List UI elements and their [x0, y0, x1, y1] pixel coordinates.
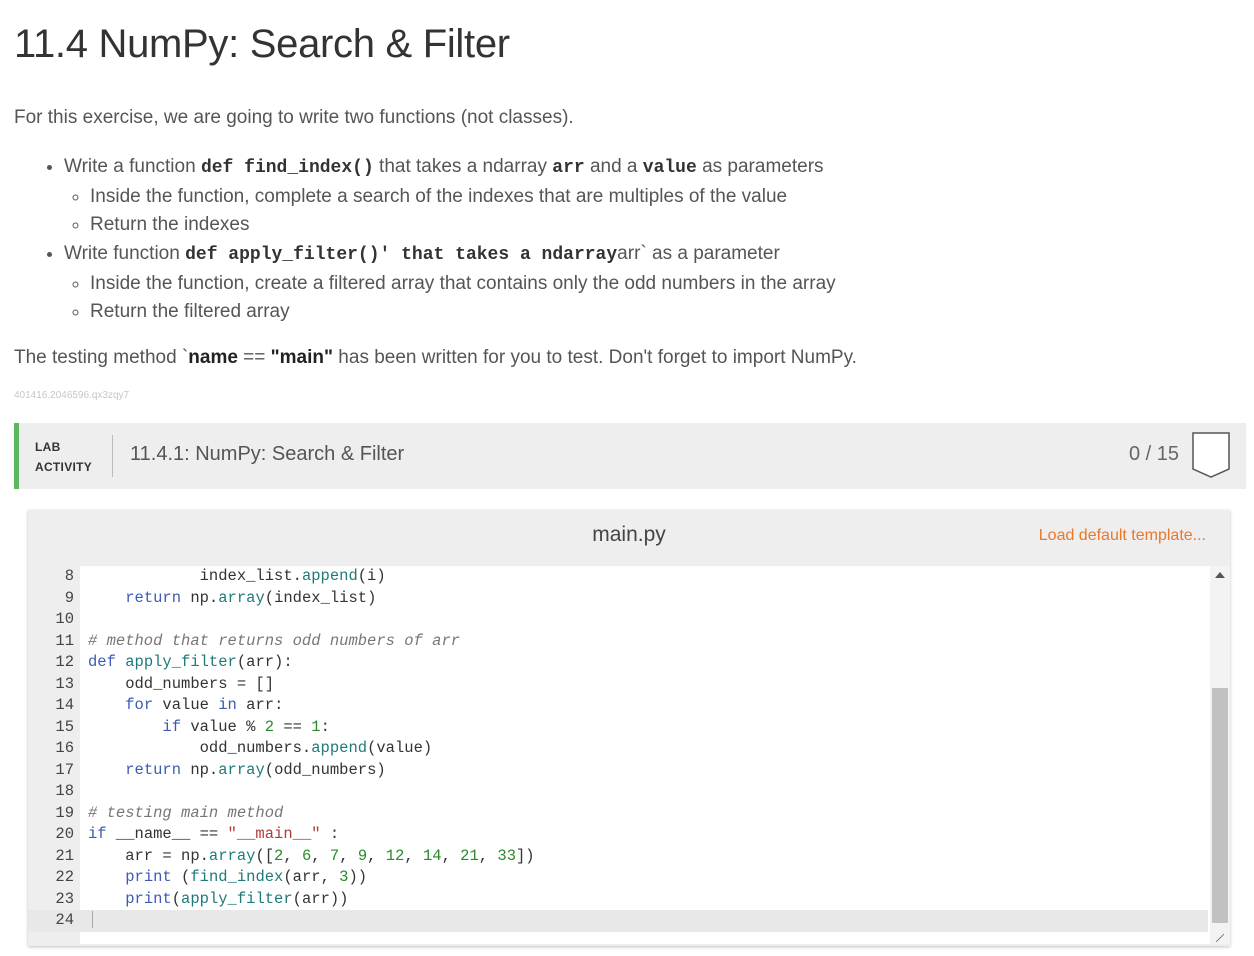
code-line[interactable]: 8 index_list.append(i) — [28, 566, 1208, 588]
sub-instructions-list: Inside the function, create a filtered a… — [64, 270, 836, 326]
code-line[interactable]: 15 if value % 2 == 1: — [28, 717, 1208, 739]
instruction-text: and a — [584, 156, 643, 177]
code-text[interactable]: return np.array(odd_numbers) — [88, 761, 385, 779]
line-number: 19 — [55, 803, 74, 822]
code-line[interactable]: 14 for value in arr: — [28, 695, 1208, 717]
line-number: 17 — [55, 760, 74, 779]
line-number: 21 — [55, 846, 74, 865]
code-text[interactable]: arr = np.array([2, 6, 7, 9, 12, 14, 21, … — [88, 847, 534, 865]
lab-divider — [112, 435, 113, 477]
code-editor[interactable]: 8 index_list.append(i) 9 return np.array(… — [28, 566, 1230, 944]
line-number: 22 — [55, 868, 74, 886]
instruction-item: Write function def apply_filter()' that … — [64, 239, 836, 326]
reference-id: 401416.2046596.qx3zqy7 — [14, 390, 130, 401]
instruction-text: Write a function — [64, 156, 201, 177]
code-text[interactable]: return np.array(index_list) — [88, 589, 376, 607]
sub-instruction-item: Return the filtered array — [90, 298, 836, 326]
code-text[interactable]: for value in arr: — [88, 696, 283, 714]
completion-shield-icon — [1192, 432, 1230, 478]
code-editor-panel: main.py Load default template... 8 index… — [28, 510, 1230, 946]
instruction-text: arr` as a parameter — [617, 243, 780, 264]
scrollbar-thumb[interactable] — [1212, 688, 1228, 923]
text-cursor — [92, 911, 93, 929]
code-text[interactable]: def apply_filter(arr): — [88, 653, 293, 671]
code-text[interactable]: if value % 2 == 1: — [88, 718, 329, 736]
line-number: 23 — [55, 889, 74, 908]
testing-note: The testing method `name == "main" has b… — [14, 347, 857, 369]
sub-instruction-item: Return the indexes — [90, 211, 836, 239]
code-line[interactable]: 22 print (find_index(arr, 3)) — [28, 867, 1208, 889]
instruction-code: def apply_filter()' that takes a ndarray — [185, 245, 618, 265]
code-line[interactable]: 19 # testing main method — [28, 803, 1208, 825]
code-line[interactable]: 24 — [28, 910, 1208, 932]
code-lines[interactable]: 8 index_list.append(i) 9 return np.array(… — [28, 566, 1208, 932]
line-number: 20 — [55, 825, 74, 843]
instruction-code: arr — [552, 158, 585, 178]
lab-title: 11.4.1: NumPy: Search & Filter — [130, 443, 405, 465]
code-line[interactable]: 10 — [28, 609, 1208, 631]
code-text[interactable]: # testing main method — [88, 804, 283, 822]
instruction-text: as parameters — [696, 156, 824, 177]
lab-activity-tag: LAB ACTIVITY — [35, 437, 92, 477]
scroll-up-arrow-icon[interactable] — [1215, 572, 1225, 578]
instruction-text: Write function — [64, 243, 186, 264]
sub-instructions-list: Inside the function, complete a search o… — [64, 183, 836, 239]
sub-instruction-item: Inside the function, complete a search o… — [90, 183, 836, 211]
line-number: 18 — [55, 782, 74, 800]
instruction-item: Write a function def find_index() that t… — [64, 152, 836, 239]
code-line[interactable]: 20 if __name__ == "__main__" : — [28, 824, 1208, 846]
line-number: 8 — [64, 567, 74, 585]
sub-instruction-item: Inside the function, create a filtered a… — [90, 270, 836, 298]
line-number: 10 — [55, 610, 74, 628]
code-text[interactable]: # method that returns odd numbers of arr — [88, 632, 460, 650]
code-line[interactable]: 16 odd_numbers.append(value) — [28, 738, 1208, 760]
code-line[interactable]: 9 return np.array(index_list) — [28, 588, 1208, 610]
code-line[interactable]: 23 print(apply_filter(arr)) — [28, 889, 1208, 911]
line-number: 15 — [55, 717, 74, 736]
lab-activity-header: LAB ACTIVITY 11.4.1: NumPy: Search & Fil… — [14, 423, 1246, 489]
code-line[interactable]: 21 arr = np.array([2, 6, 7, 9, 12, 14, 2… — [28, 846, 1208, 868]
page-title: 11.4 NumPy: Search & Filter — [14, 22, 510, 66]
line-number: 13 — [55, 674, 74, 693]
code-line[interactable]: 18 — [28, 781, 1208, 803]
code-text[interactable]: print(apply_filter(arr)) — [88, 890, 348, 908]
code-text[interactable]: print (find_index(arr, 3)) — [88, 868, 367, 886]
line-number: 16 — [55, 739, 74, 757]
line-number: 11 — [55, 631, 74, 650]
line-number: 9 — [64, 588, 74, 607]
load-default-template-link[interactable]: Load default template... — [1039, 527, 1206, 545]
testing-bold: "main" — [270, 347, 334, 368]
editor-scrollbar[interactable] — [1210, 566, 1230, 944]
code-line[interactable]: 11 # method that returns odd numbers of a… — [28, 631, 1208, 653]
instruction-code: def find_index() — [200, 158, 374, 178]
code-line[interactable]: 12 def apply_filter(arr): — [28, 652, 1208, 674]
line-number: 24 — [55, 911, 74, 929]
code-line[interactable]: 13 odd_numbers = [] — [28, 674, 1208, 696]
testing-text: has been written for you to test. Don't … — [333, 347, 857, 368]
testing-text: == — [237, 347, 271, 368]
testing-text: The testing method ` — [14, 347, 189, 368]
line-number: 12 — [55, 653, 74, 671]
instruction-text: that takes a ndarray — [373, 156, 553, 177]
lab-tag-line: ACTIVITY — [35, 460, 93, 474]
lab-score: 0 / 15 — [1129, 443, 1180, 465]
intro-text: For this exercise, we are going to write… — [14, 107, 574, 128]
lab-tag-line: LAB — [35, 440, 61, 454]
line-number: 14 — [55, 696, 74, 714]
testing-bold: name — [188, 347, 238, 368]
instruction-code: value — [642, 158, 697, 178]
code-text[interactable]: if __name__ == "__main__" : — [88, 825, 339, 843]
resize-grip-icon[interactable] — [1216, 934, 1224, 942]
code-text[interactable]: odd_numbers.append(value) — [88, 739, 433, 757]
code-line[interactable]: 17 return np.array(odd_numbers) — [28, 760, 1208, 782]
instructions-list: Write a function def find_index() that t… — [40, 152, 836, 326]
code-text[interactable]: odd_numbers = [] — [88, 675, 274, 693]
code-text[interactable]: index_list.append(i) — [88, 567, 386, 585]
